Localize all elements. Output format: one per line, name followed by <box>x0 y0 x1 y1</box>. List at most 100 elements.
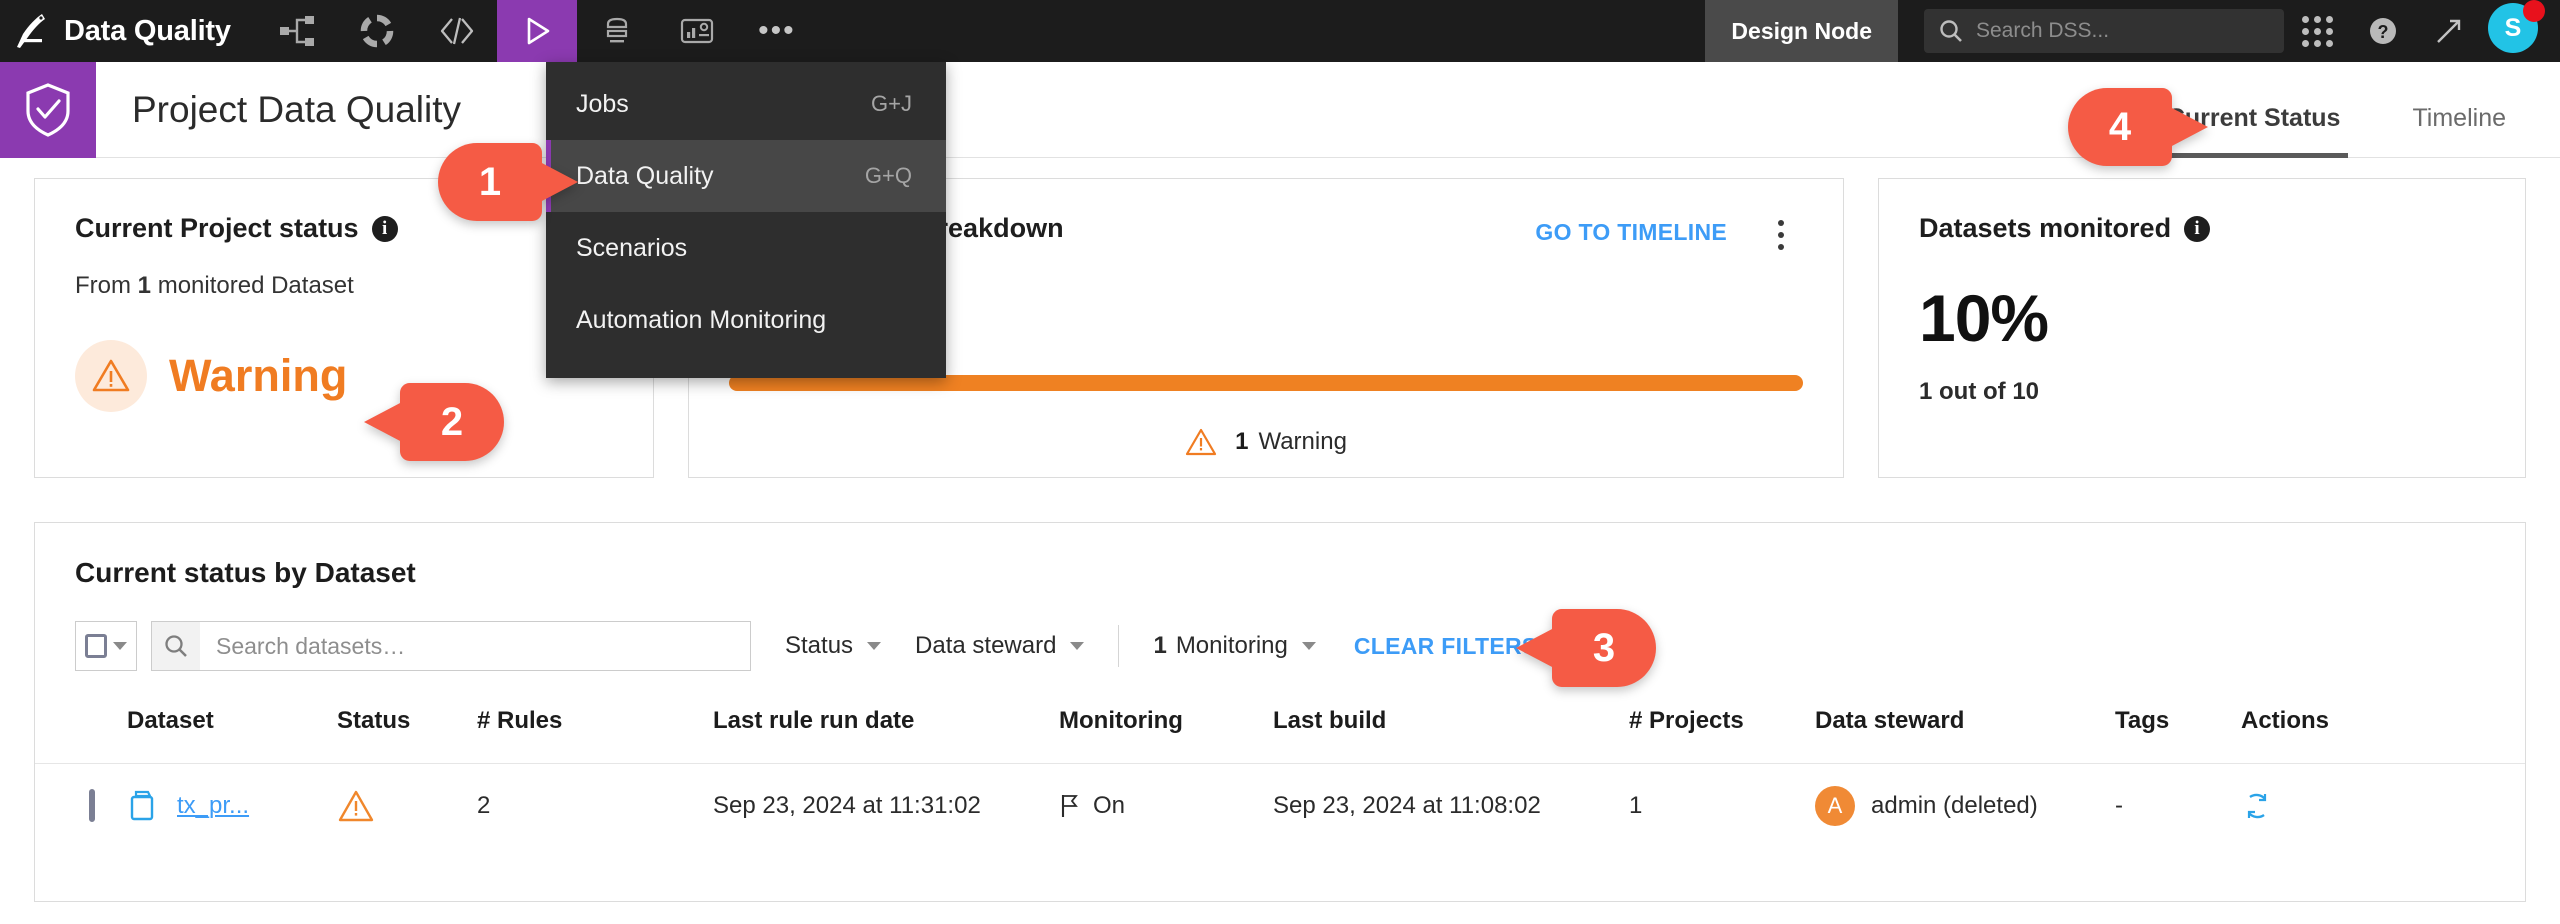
play-triangle-icon[interactable] <box>496 0 577 62</box>
col-projects[interactable]: # Projects <box>1629 693 1815 764</box>
notification-badge <box>2523 0 2545 22</box>
col-last-rule-run-date[interactable]: Last rule run date <box>713 693 1059 764</box>
info-icon[interactable]: i <box>2184 215 2211 242</box>
status-label: Warning <box>169 350 348 401</box>
filter-monitoring-dropdown[interactable]: 1 Monitoring <box>1153 632 1316 660</box>
card-title-text: Current Project status <box>75 213 359 243</box>
tab-timeline[interactable]: Timeline <box>2404 104 2514 158</box>
go-to-timeline-link[interactable]: GO TO TIMELINE <box>1535 219 1727 246</box>
dataset-folder-icon <box>127 790 161 822</box>
row-checkbox-cell[interactable] <box>35 763 127 848</box>
table-row[interactable]: tx_pr... 2 Sep 23, 2024 at 11:31:02 On S… <box>35 763 2525 848</box>
search-icon <box>1938 18 1964 44</box>
menu-item-shortcut: G+Q <box>864 163 912 188</box>
col-select <box>35 693 127 764</box>
monitoring-value: On <box>1093 792 1126 819</box>
flow-share-icon[interactable] <box>257 0 337 62</box>
chevron-down-icon <box>1301 642 1316 650</box>
menu-item-data-quality[interactable]: Data Quality G+Q <box>546 140 946 212</box>
jobs-menu-dropdown: Jobs G+J Data Quality G+Q Scenarios Auto… <box>546 62 946 378</box>
info-icon[interactable]: i <box>371 215 398 242</box>
cell-last-build: Sep 23, 2024 at 11:08:02 <box>1273 763 1629 848</box>
dataset-table: Dataset Status # Rules Last rule run dat… <box>35 693 2525 848</box>
refresh-sync-icon[interactable] <box>2241 790 2525 822</box>
automation-stack-icon[interactable] <box>577 0 657 62</box>
dataset-status-panel: Current status by Dataset Status <box>34 522 2526 902</box>
dashboard-icon[interactable] <box>657 0 737 62</box>
legend-count: 1 <box>1235 428 1249 455</box>
warning-triangle-icon <box>75 340 147 412</box>
cell-dataset[interactable]: tx_pr... <box>127 763 337 848</box>
cell-monitoring: On <box>1059 763 1273 848</box>
col-actions: Actions <box>2241 707 2330 734</box>
dataset-link[interactable]: tx_pr... <box>177 792 249 820</box>
code-brackets-icon[interactable] <box>417 0 497 62</box>
menu-item-jobs[interactable]: Jobs G+J <box>546 68 946 140</box>
cell-last-rule-run: Sep 23, 2024 at 11:31:02 <box>713 763 1059 848</box>
col-data-steward[interactable]: Data steward <box>1815 693 2115 764</box>
col-last-build[interactable]: Last build <box>1273 693 1629 764</box>
help-question-icon[interactable]: ? <box>2350 0 2416 62</box>
row-checkbox[interactable] <box>89 789 95 822</box>
search-input[interactable] <box>200 632 750 660</box>
filter-status-dropdown[interactable]: Status <box>785 632 882 660</box>
table-header-row: Dataset Status # Rules Last rule run dat… <box>35 693 2525 764</box>
search-icon <box>152 622 200 670</box>
filter-monitoring-label: Monitoring <box>1175 632 1288 659</box>
monitored-ratio: 1 out of 10 <box>1919 378 2040 405</box>
col-tags[interactable]: Tags <box>2115 693 2241 764</box>
menu-item-label: Scenarios <box>576 233 688 262</box>
menu-item-label: Automation Monitoring <box>576 305 827 334</box>
card-title: Datasets monitored i <box>1919 213 2485 244</box>
cell-rules: 2 <box>477 763 713 848</box>
cell-actions[interactable] <box>2241 763 2525 848</box>
callout-2: 2 <box>400 383 504 461</box>
col-rules[interactable]: # Rules <box>477 693 713 764</box>
filter-data-steward-dropdown[interactable]: Data steward <box>915 632 1085 660</box>
filter-status-label: Status <box>785 632 854 659</box>
shield-check-icon <box>0 61 96 158</box>
breakdown-legend: 1 Warning <box>689 427 1843 457</box>
menu-item-automation-monitoring[interactable]: Automation Monitoring <box>546 284 946 356</box>
checkbox-square-glyph <box>85 634 107 658</box>
col-status[interactable]: Status <box>337 693 477 764</box>
callout-1: 1 <box>438 143 542 221</box>
filter-steward-label: Data steward <box>915 632 1057 659</box>
kebab-menu-icon[interactable] <box>1763 215 1799 255</box>
warning-triangle-icon <box>1185 427 1217 457</box>
menu-item-scenarios[interactable]: Scenarios <box>546 212 946 284</box>
avatar[interactable]: S <box>2488 0 2545 59</box>
col-dataset[interactable]: Dataset <box>127 693 337 764</box>
steward-name: admin (deleted) <box>1871 792 2038 819</box>
trending-arrow-icon[interactable] <box>2416 0 2482 62</box>
dataiku-bird-logo-icon[interactable] <box>0 0 62 62</box>
cell-status <box>337 763 477 848</box>
menu-item-label: Jobs <box>576 89 629 118</box>
warning-triangle-icon <box>337 789 477 823</box>
top-navigation-bar: Data Quality ••• Design Node Search DSS.… <box>0 0 2560 62</box>
col-monitoring[interactable]: Monitoring <box>1059 693 1273 764</box>
steward-avatar: A <box>1815 786 1855 826</box>
design-node-badge[interactable]: Design Node <box>1705 0 1898 62</box>
monitored-percent: 10% <box>1919 281 2049 355</box>
monitored-dataset-subtitle: From 1 monitored Dataset <box>75 272 613 300</box>
app-window: Data Quality ••• Design Node Search DSS.… <box>0 0 2560 924</box>
subtitle-count: 1 <box>137 272 152 299</box>
lab-donut-icon[interactable] <box>337 0 417 62</box>
grid-dots-glyph <box>2301 15 2333 47</box>
clear-filters-button[interactable]: CLEAR FILTERS <box>1354 633 1538 660</box>
search-datasets-field[interactable] <box>151 621 751 671</box>
ellipsis-glyph: ••• <box>758 14 796 47</box>
search-input[interactable] <box>1976 19 2270 43</box>
subtitle-suffix: monitored Dataset <box>151 272 354 299</box>
filter-toolbar: Status Data steward 1 Monitoring CLEAR F… <box>35 589 2525 671</box>
status-badge: Warning <box>75 340 613 412</box>
subtitle-prefix: From <box>75 272 138 299</box>
card-datasets-monitored: Datasets monitored i 10% 1 out of 10 <box>1878 178 2526 478</box>
cell-tags: - <box>2115 763 2241 848</box>
checkbox-dropdown-icon[interactable] <box>75 621 137 671</box>
card-title-text: Datasets monitored <box>1919 213 2172 243</box>
global-search[interactable] <box>1924 9 2284 53</box>
apps-grid-icon[interactable] <box>2284 0 2350 62</box>
more-ellipsis-icon[interactable]: ••• <box>737 0 817 62</box>
